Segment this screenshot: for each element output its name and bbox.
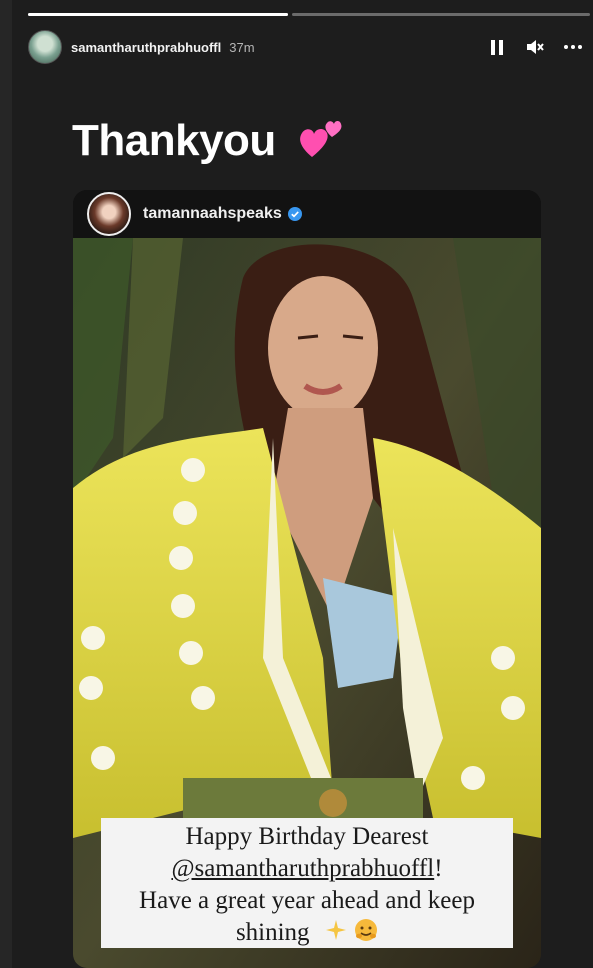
message-line-4-text: shining [235, 919, 310, 946]
message-line-3: Have a great year ahead and keep [139, 887, 475, 914]
progress-segment-1 [28, 13, 288, 16]
avatar[interactable] [28, 30, 62, 64]
progress-segment-2 [292, 13, 590, 16]
story-username[interactable]: samantharuthprabhuoffl [71, 40, 221, 55]
mention-link[interactable]: @samantharuthprabhuoffl [171, 855, 434, 882]
story-header: samantharuthprabhuoffl 37m [28, 30, 588, 64]
hugging-face-icon [354, 918, 378, 951]
story-caption: Thankyou [72, 116, 344, 170]
speaker-muted-icon[interactable] [526, 38, 544, 56]
sparkles-icon [324, 918, 348, 951]
more-horizontal-icon[interactable] [564, 38, 582, 56]
two-hearts-icon [298, 117, 344, 170]
message-line-2: @samantharuthprabhuoffl! [101, 853, 513, 885]
caption-text: Thankyou [72, 116, 276, 165]
story-timestamp: 37m [229, 39, 255, 55]
reshared-post-header: tamannaahspeaks [73, 190, 541, 238]
message-line-4: shining [101, 917, 513, 951]
reshared-post-avatar[interactable] [87, 192, 131, 236]
verified-badge-icon [287, 207, 302, 221]
birthday-message: Happy Birthday Dearest @samantharuthprab… [101, 818, 513, 948]
message-line-1: Happy Birthday Dearest [185, 823, 429, 850]
reshared-post-username[interactable]: tamannaahspeaks [143, 205, 282, 223]
reshared-post[interactable]: tamannaahspeaks Happy Birthday Dearest @… [73, 190, 541, 968]
mention-suffix: ! [434, 855, 443, 882]
story-controls [488, 38, 582, 56]
pause-icon[interactable] [488, 38, 506, 56]
story-progress [28, 13, 590, 16]
story-viewer: samantharuthprabhuoffl 37m Thankyou tama… [12, 0, 593, 968]
